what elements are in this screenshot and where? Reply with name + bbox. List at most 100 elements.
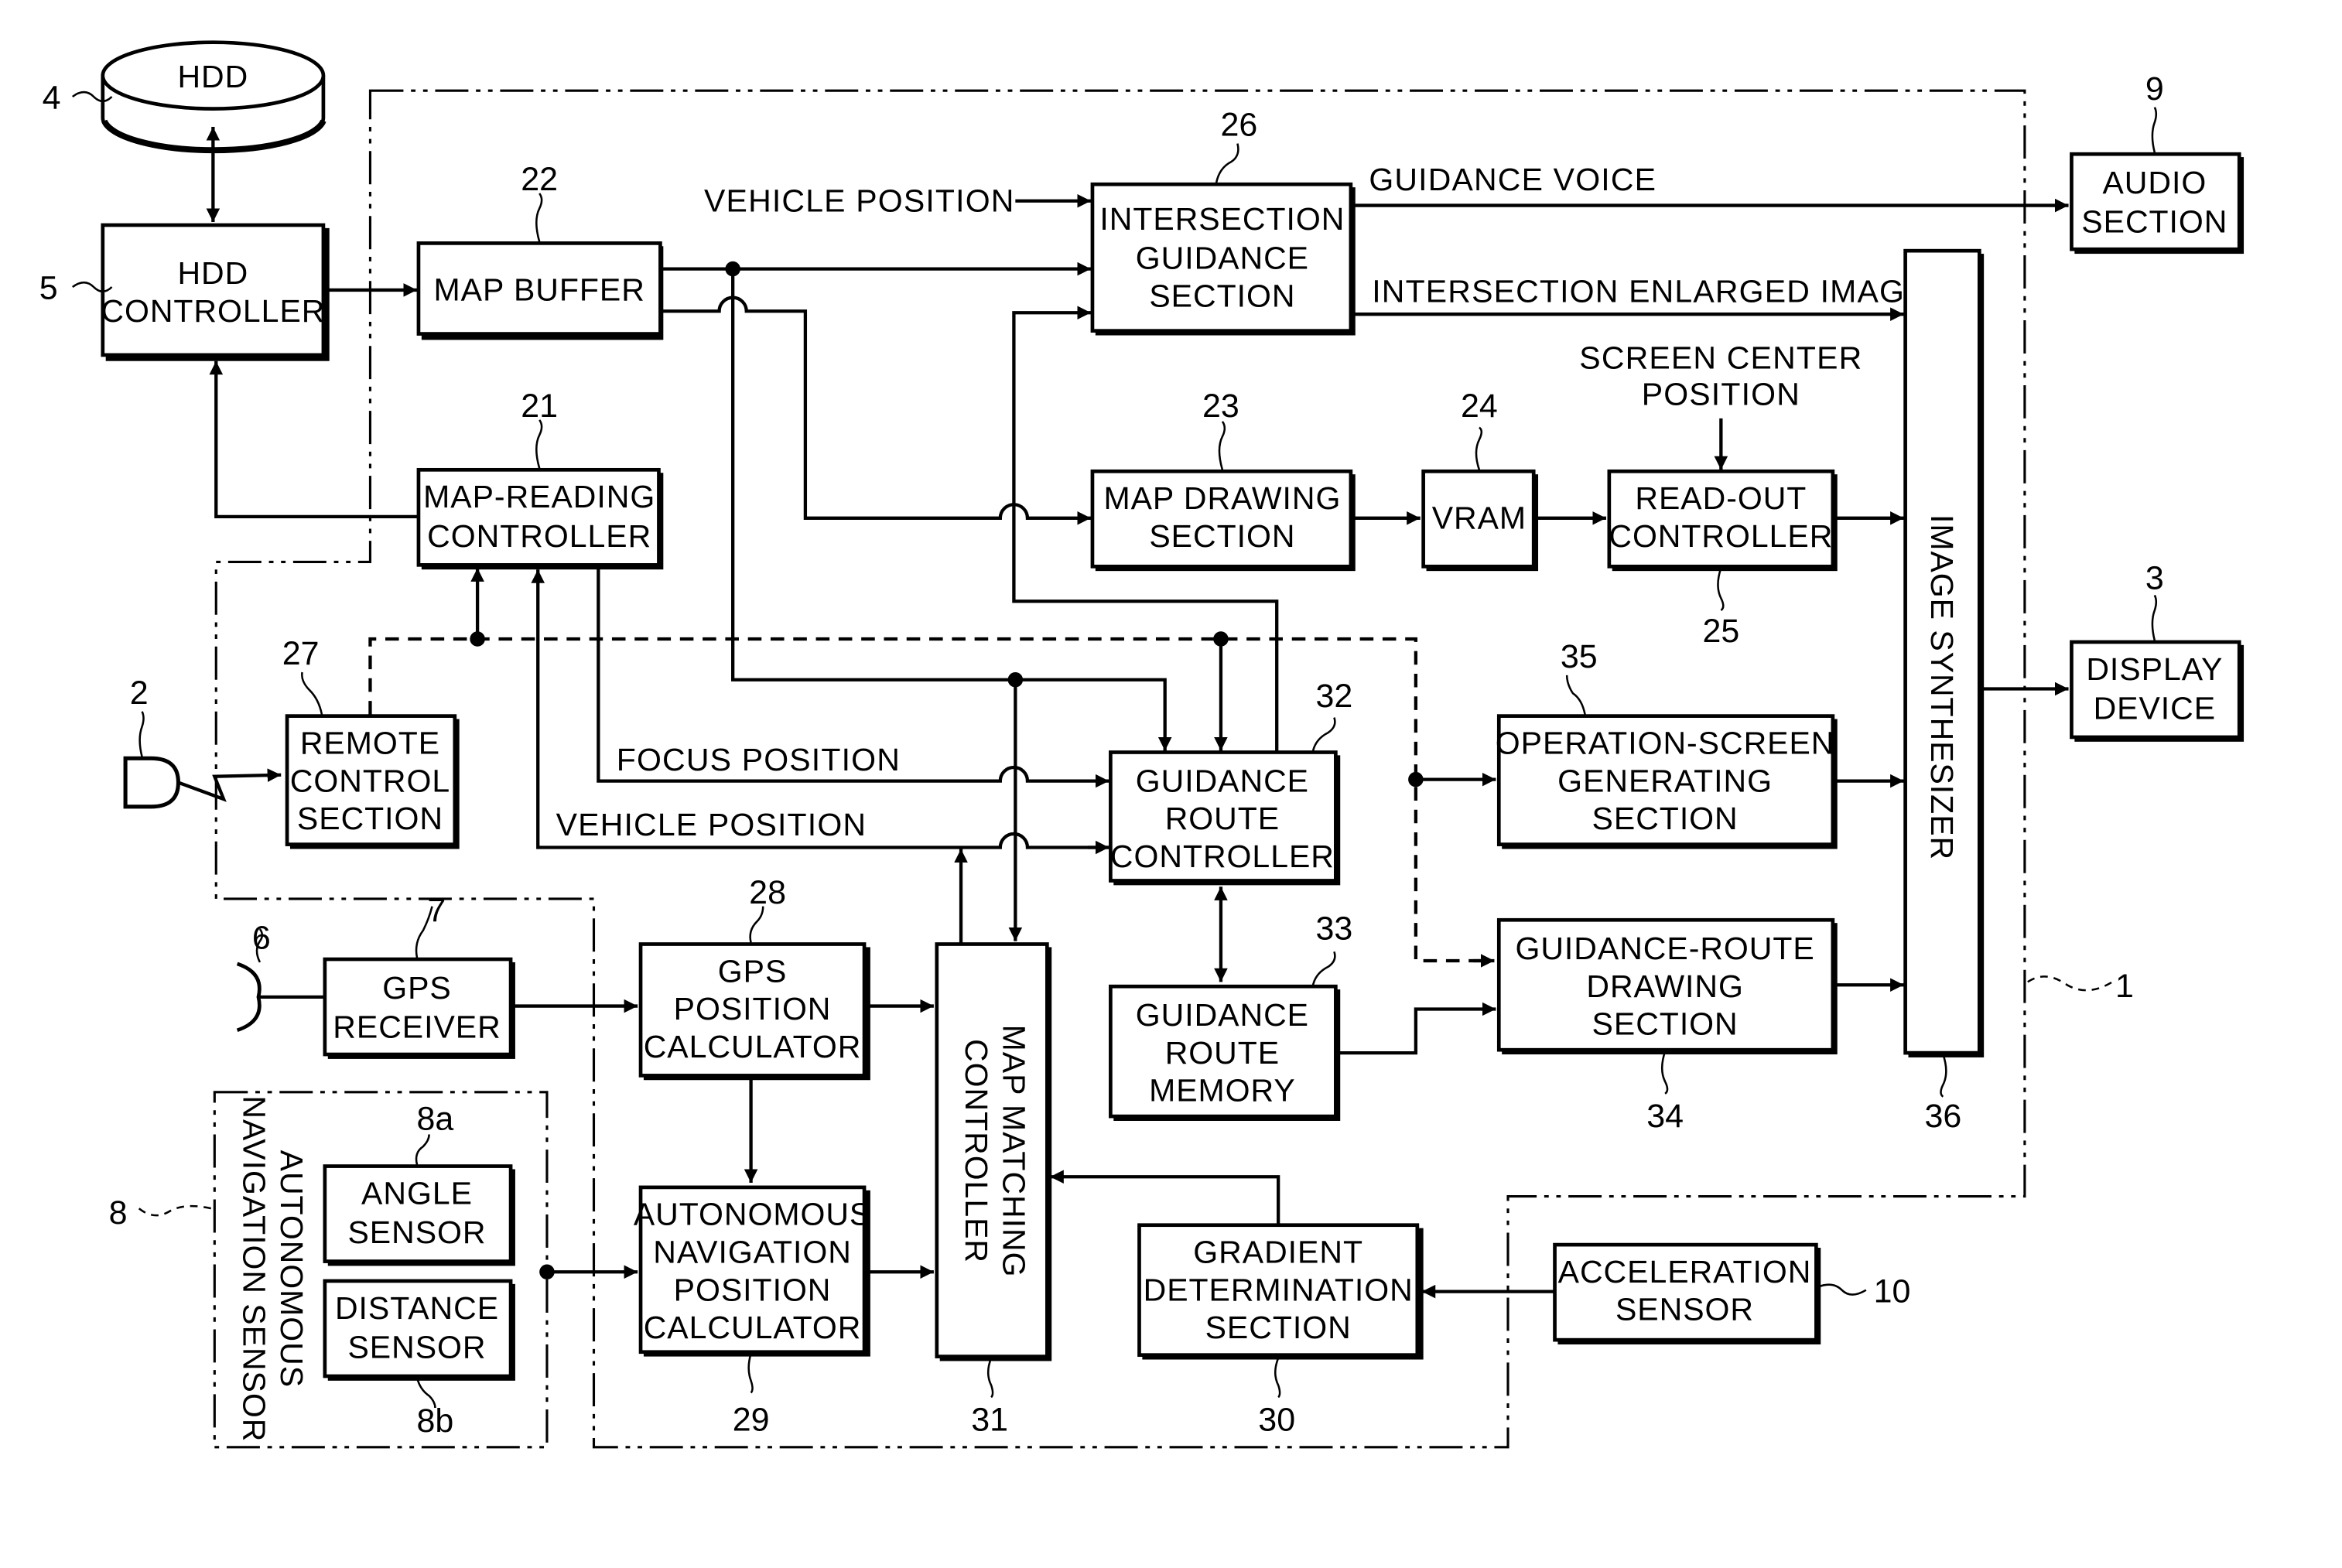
operation-screen-line-1: OPERATION-SCREEN bbox=[1496, 725, 1835, 760]
gradient-line-1: GRADIENT bbox=[1193, 1235, 1363, 1270]
ref-3: 3 bbox=[2145, 560, 2164, 597]
auto-calc-line-1: AUTONOMOUS bbox=[634, 1197, 871, 1232]
grc-line-3: CONTROLLER bbox=[1110, 839, 1335, 874]
ref-8a: 8a bbox=[417, 1101, 454, 1138]
audio-line-1: AUDIO bbox=[2102, 165, 2207, 200]
block-map-matching-controller: MAP MATCHING CONTROLLER bbox=[935, 942, 1052, 1361]
display-line-2: DEVICE bbox=[2094, 691, 2217, 726]
gps-calc-line-3: CALCULATOR bbox=[644, 1029, 862, 1064]
auto-calc-line-4: CALCULATOR bbox=[644, 1310, 862, 1345]
leader-32 bbox=[1311, 717, 1336, 751]
block-guidance-route-controller: GUIDANCE ROUTE CONTROLLER bbox=[1109, 750, 1341, 886]
block-map-drawing: MAP DRAWING SECTION bbox=[1090, 469, 1356, 572]
block-acceleration-sensor: ACCELERATION SENSOR bbox=[1553, 1242, 1821, 1344]
leader-8 bbox=[138, 1204, 212, 1217]
auto-nav-sensor-line-1: AUTONOMOUS bbox=[274, 1150, 309, 1388]
leader-31 bbox=[986, 1358, 994, 1399]
map-reading-line-1: MAP-READING bbox=[423, 479, 655, 514]
grc-line-1: GUIDANCE bbox=[1136, 763, 1309, 798]
arrow-mapreading-to-hdd bbox=[209, 360, 419, 519]
intersection-guidance-line-1: INTERSECTION bbox=[1099, 201, 1345, 237]
angle-sensor-line-1: ANGLE bbox=[361, 1175, 473, 1211]
block-display-device: DISPLAY DEVICE bbox=[2070, 640, 2245, 742]
ref-4: 4 bbox=[43, 80, 61, 117]
ref-9: 9 bbox=[2145, 70, 2164, 108]
intersection-guidance-line-2: GUIDANCE bbox=[1136, 241, 1309, 276]
auto-calc-line-2: NAVIGATION bbox=[653, 1235, 852, 1270]
ref-24: 24 bbox=[1461, 388, 1498, 425]
block-gradient-determination: GRADIENT DETERMINATION SECTION bbox=[1137, 1223, 1424, 1360]
auto-calc-line-3: POSITION bbox=[674, 1272, 832, 1307]
hdd-controller-line-2: CONTROLLER bbox=[101, 293, 325, 329]
gradient-line-3: SECTION bbox=[1205, 1310, 1352, 1345]
intersection-guidance-line-3: SECTION bbox=[1149, 278, 1295, 313]
block-gps-position-calculator: GPS POSITION CALCULATOR bbox=[638, 942, 870, 1081]
leader-3 bbox=[2151, 594, 2158, 641]
block-gps-receiver: GPS RECEIVER bbox=[323, 957, 515, 1059]
leader-35 bbox=[1565, 675, 1586, 715]
signal-vehicle-position-top: VEHICLE POSITION bbox=[704, 183, 1015, 218]
ref-8b: 8b bbox=[417, 1402, 454, 1440]
ref-5: 5 bbox=[39, 270, 58, 307]
readout-line-1: READ-OUT bbox=[1635, 480, 1807, 516]
block-distance-sensor: DISTANCE SENSOR bbox=[323, 1279, 515, 1381]
ref-10: 10 bbox=[1874, 1273, 1911, 1310]
leader-8a bbox=[415, 1134, 430, 1165]
block-map-buffer: MAP BUFFER bbox=[416, 241, 664, 340]
operation-screen-line-2: GENERATING bbox=[1557, 763, 1773, 798]
leader-9 bbox=[2151, 107, 2158, 153]
leader-21 bbox=[535, 419, 543, 469]
audio-line-2: SECTION bbox=[2081, 204, 2227, 240]
signal-screen-center-line-2: POSITION bbox=[1642, 376, 1800, 412]
arrow-mapbuffer-to-mapdrawing bbox=[660, 295, 1091, 525]
grm-line-2: ROUTE bbox=[1165, 1035, 1280, 1071]
block-audio-section: AUDIO SECTION bbox=[2070, 152, 2245, 255]
ref-33: 33 bbox=[1316, 910, 1353, 948]
block-guidance-route-drawing: GUIDANCE-ROUTE DRAWING SECTION bbox=[1496, 917, 1838, 1055]
leader-33 bbox=[1311, 951, 1336, 986]
ref-7: 7 bbox=[427, 892, 446, 929]
ref-34: 34 bbox=[1646, 1098, 1684, 1135]
signal-vehicle-position-mid: VEHICLE POSITION bbox=[556, 807, 867, 842]
block-readout-controller: READ-OUT CONTROLLER bbox=[1607, 469, 1838, 572]
readout-line-2: CONTROLLER bbox=[1609, 518, 1833, 554]
ref-22: 22 bbox=[521, 161, 558, 198]
acceleration-line-2: SENSOR bbox=[1615, 1292, 1754, 1327]
map-matching-line-1: MAP MATCHING bbox=[997, 1025, 1032, 1278]
route-drawing-line-3: SECTION bbox=[1592, 1006, 1739, 1042]
leader-25 bbox=[1717, 567, 1725, 611]
block-intersection-guidance: INTERSECTION GUIDANCE SECTION bbox=[1090, 182, 1356, 336]
route-drawing-line-2: DRAWING bbox=[1586, 968, 1743, 1004]
remote-unit-icon bbox=[123, 756, 282, 809]
arrow-gradient-to-map-matching bbox=[1050, 1170, 1280, 1225]
grc-line-2: ROUTE bbox=[1165, 801, 1280, 836]
display-line-1: DISPLAY bbox=[2086, 651, 2223, 687]
ref-6: 6 bbox=[252, 919, 271, 956]
image-synthesizer-label: IMAGE SYNTHESIZER bbox=[1924, 514, 1960, 860]
block-hdd-controller: HDD CONTROLLER bbox=[101, 223, 330, 361]
gps-receiver-line-1: GPS bbox=[382, 970, 452, 1006]
ref-1: 1 bbox=[2115, 968, 2134, 1005]
leader-1 bbox=[2027, 975, 2113, 992]
ref-23: 23 bbox=[1202, 388, 1239, 425]
leader-30 bbox=[1274, 1358, 1281, 1399]
ref-35: 35 bbox=[1561, 638, 1598, 675]
distance-sensor-line-1: DISTANCE bbox=[335, 1290, 499, 1326]
map-drawing-line-2: SECTION bbox=[1149, 518, 1295, 554]
hdd-label: HDD bbox=[177, 59, 248, 94]
ref-31: 31 bbox=[971, 1401, 1008, 1438]
leader-24 bbox=[1475, 426, 1483, 470]
hdd-controller-line-1: HDD bbox=[177, 255, 248, 291]
gps-calc-line-1: GPS bbox=[718, 953, 788, 989]
route-drawing-line-1: GUIDANCE-ROUTE bbox=[1515, 931, 1814, 966]
block-angle-sensor: ANGLE SENSOR bbox=[323, 1164, 515, 1266]
leader-23 bbox=[1218, 421, 1226, 470]
signal-intersection-enlarged-image: INTERSECTION ENLARGED IMAGE bbox=[1372, 274, 1927, 309]
gps-antenna-icon bbox=[236, 962, 262, 1033]
ref-2: 2 bbox=[130, 675, 149, 712]
block-operation-screen: OPERATION-SCREEN GENERATING SECTION bbox=[1496, 714, 1838, 849]
remote-line-1: REMOTE bbox=[300, 725, 440, 760]
leader-27 bbox=[301, 671, 323, 715]
leader-29 bbox=[747, 1353, 754, 1394]
signal-screen-center-line-1: SCREEN CENTER bbox=[1579, 340, 1862, 375]
